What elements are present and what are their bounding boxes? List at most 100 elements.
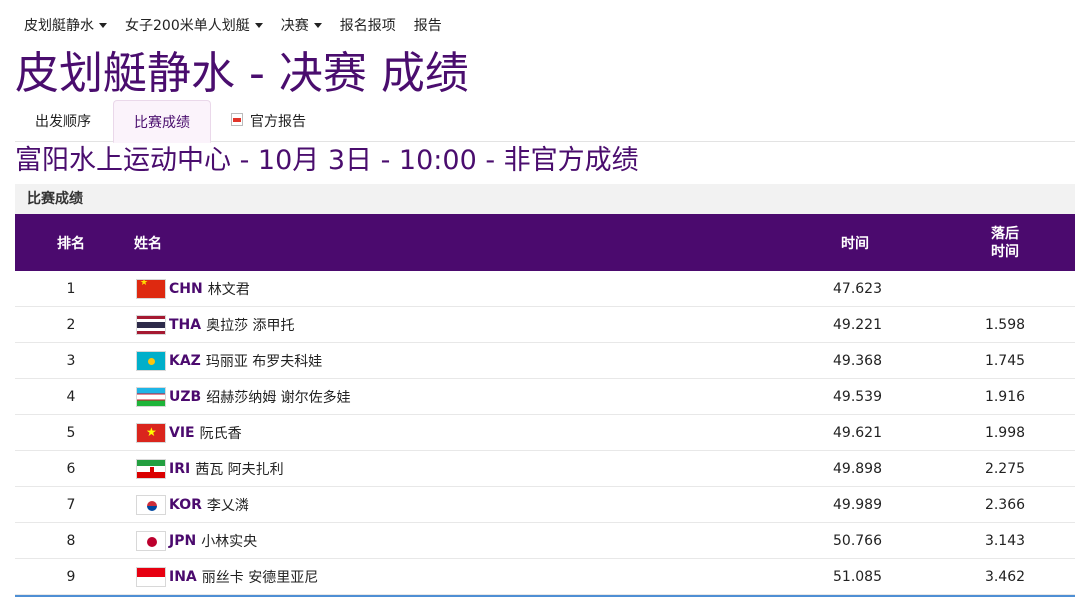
time-cell: 50.766 [833, 533, 882, 549]
athlete-cell[interactable]: VIE阮氏香 [136, 415, 242, 451]
page-title: 皮划艇静水 - 决赛 成绩 [15, 48, 469, 99]
breadcrumb-phase-label: 决赛 [280, 18, 309, 34]
country-flag-icon [136, 279, 166, 299]
breadcrumb-entries-label: 报名报项 [339, 18, 396, 34]
country-flag-icon [136, 315, 166, 335]
athlete-name: 绍赫莎纳姆 谢尔佐多娃 [206, 390, 351, 406]
table-row: 3 KAZ 玛丽亚 布罗夫科娃 49.368 1.745 [15, 343, 1075, 379]
breadcrumb-phase[interactable]: 决赛 [281, 15, 322, 35]
results-table: 排名 姓名 时间 落后 时间 1 CHN林文君 47.623 2 THA奥拉莎 添甲托 4… [15, 214, 1075, 597]
breadcrumb-reports-label: 报告 [413, 18, 442, 34]
noc-code: JPN [169, 533, 197, 549]
time-cell: 49.221 [833, 317, 882, 333]
table-row: 5 VIE阮氏香 49.621 1.998 [15, 415, 1075, 451]
breadcrumb-reports[interactable]: 报告 [414, 15, 442, 35]
section-label: 比赛成绩 [15, 184, 1075, 214]
tab-results[interactable]: 比赛成绩 [113, 100, 211, 143]
country-flag-icon [136, 567, 166, 587]
athlete-name: 李乂潾 [206, 498, 249, 514]
header-rank: 排名 [57, 235, 85, 252]
header-time: 时间 [841, 235, 869, 252]
table-row: 2 THA 奥拉莎 添甲托 49.221 1.598 [15, 307, 1075, 343]
rank-cell: 9 [66, 569, 76, 585]
tab-official-report-label: 官方报告 [250, 114, 306, 130]
noc-code: THA [169, 317, 202, 333]
country-flag-icon [136, 387, 166, 407]
tab-start-list[interactable]: 出发顺序 [35, 100, 91, 142]
table-row: 9 INA 丽丝卡 安德里亚尼 51.085 3.462 [15, 559, 1075, 595]
noc-code: CHN [169, 281, 203, 297]
time-cell: 49.989 [833, 497, 882, 513]
behind-cell: 3.462 [984, 569, 1026, 585]
rank-cell: 1 [66, 281, 76, 297]
caret-down-icon [254, 22, 263, 28]
noc-code: UZB [169, 389, 202, 405]
noc-code: KAZ [169, 353, 201, 369]
caret-down-icon [313, 22, 322, 28]
time-cell: 49.621 [833, 425, 882, 441]
behind-cell: 2.275 [984, 461, 1026, 477]
athlete-cell[interactable]: KAZ 玛丽亚 布罗夫科娃 [136, 343, 322, 379]
table-row: 6 IRI 茜瓦 阿夫扎利 49.898 2.275 [15, 451, 1075, 487]
pdf-icon [231, 112, 243, 126]
noc-code: VIE [169, 425, 195, 441]
header-name: 姓名 [134, 235, 162, 252]
rank-cell: 4 [66, 389, 76, 405]
behind-cell: 1.998 [984, 425, 1026, 441]
rank-cell: 6 [66, 461, 76, 477]
venue-subtitle: 富阳水上运动中心 - 10月 3日 - 10:00 - 非官方成绩 [15, 145, 639, 176]
header-behind-line2: 时间 [991, 243, 1019, 260]
athlete-cell[interactable]: IRI 茜瓦 阿夫扎利 [136, 451, 284, 487]
table-bottom-border [15, 595, 1075, 597]
athlete-cell[interactable]: INA 丽丝卡 安德里亚尼 [136, 559, 318, 595]
table-row: 4 UZB 绍赫莎纳姆 谢尔佐多娃 49.539 1.916 [15, 379, 1075, 415]
time-cell: 49.898 [833, 461, 882, 477]
rank-cell: 2 [66, 317, 76, 333]
athlete-name: 林文君 [207, 282, 250, 298]
noc-code: IRI [169, 461, 191, 477]
breadcrumb-discipline[interactable]: 皮划艇静水 [24, 15, 107, 35]
time-cell: 51.085 [833, 569, 882, 585]
athlete-cell[interactable]: CHN林文君 [136, 271, 250, 307]
tab-bar: 出发顺序 比赛成绩 官方报告 [15, 100, 1075, 143]
header-behind-line1: 落后 [991, 225, 1019, 242]
athlete-cell[interactable]: THA 奥拉莎 添甲托 [136, 307, 295, 343]
behind-cell: 2.366 [984, 497, 1026, 513]
breadcrumb-event-label: 女子200米单人划艇 [125, 18, 250, 34]
behind-cell: 1.598 [984, 317, 1026, 333]
athlete-name: 小林实央 [201, 534, 258, 550]
tab-start-list-label: 出发顺序 [35, 114, 91, 130]
athlete-name: 玛丽亚 布罗夫科娃 [205, 354, 323, 370]
athlete-cell[interactable]: JPN 小林实央 [136, 523, 257, 559]
country-flag-icon [136, 495, 166, 515]
breadcrumb-entries[interactable]: 报名报项 [340, 15, 396, 35]
country-flag-icon [136, 423, 166, 443]
header-behind: 落后 时间 [965, 214, 1045, 271]
athlete-cell[interactable]: KOR 李乂潾 [136, 487, 249, 523]
rank-cell: 3 [66, 353, 76, 369]
country-flag-icon [136, 531, 166, 551]
rank-cell: 5 [66, 425, 76, 441]
tab-results-label: 比赛成绩 [134, 114, 190, 131]
noc-code: INA [169, 569, 197, 585]
behind-cell: 1.916 [984, 389, 1026, 405]
behind-cell [965, 271, 1045, 307]
table-row: 8 JPN 小林实央 50.766 3.143 [15, 523, 1075, 559]
rank-cell: 8 [66, 533, 76, 549]
breadcrumb-event[interactable]: 女子200米单人划艇 [125, 15, 263, 35]
athlete-name: 茜瓦 阿夫扎利 [195, 462, 284, 478]
athlete-name: 阮氏香 [199, 426, 242, 442]
athlete-name: 奥拉莎 添甲托 [206, 318, 295, 334]
table-header: 排名 姓名 时间 落后 时间 [15, 214, 1075, 271]
breadcrumb-discipline-label: 皮划艇静水 [24, 18, 94, 34]
athlete-name: 丽丝卡 安德里亚尼 [201, 570, 319, 586]
table-row: 1 CHN林文君 47.623 [15, 271, 1075, 307]
noc-code: KOR [169, 497, 202, 513]
breadcrumb: 皮划艇静水 女子200米单人划艇 决赛 报名报项 报告 [24, 14, 460, 36]
athlete-cell[interactable]: UZB 绍赫莎纳姆 谢尔佐多娃 [136, 379, 351, 415]
country-flag-icon [136, 351, 166, 371]
tab-official-report[interactable]: 官方报告 [231, 100, 306, 142]
behind-cell: 3.143 [984, 533, 1026, 549]
country-flag-icon [136, 459, 166, 479]
time-cell: 49.539 [833, 389, 882, 405]
